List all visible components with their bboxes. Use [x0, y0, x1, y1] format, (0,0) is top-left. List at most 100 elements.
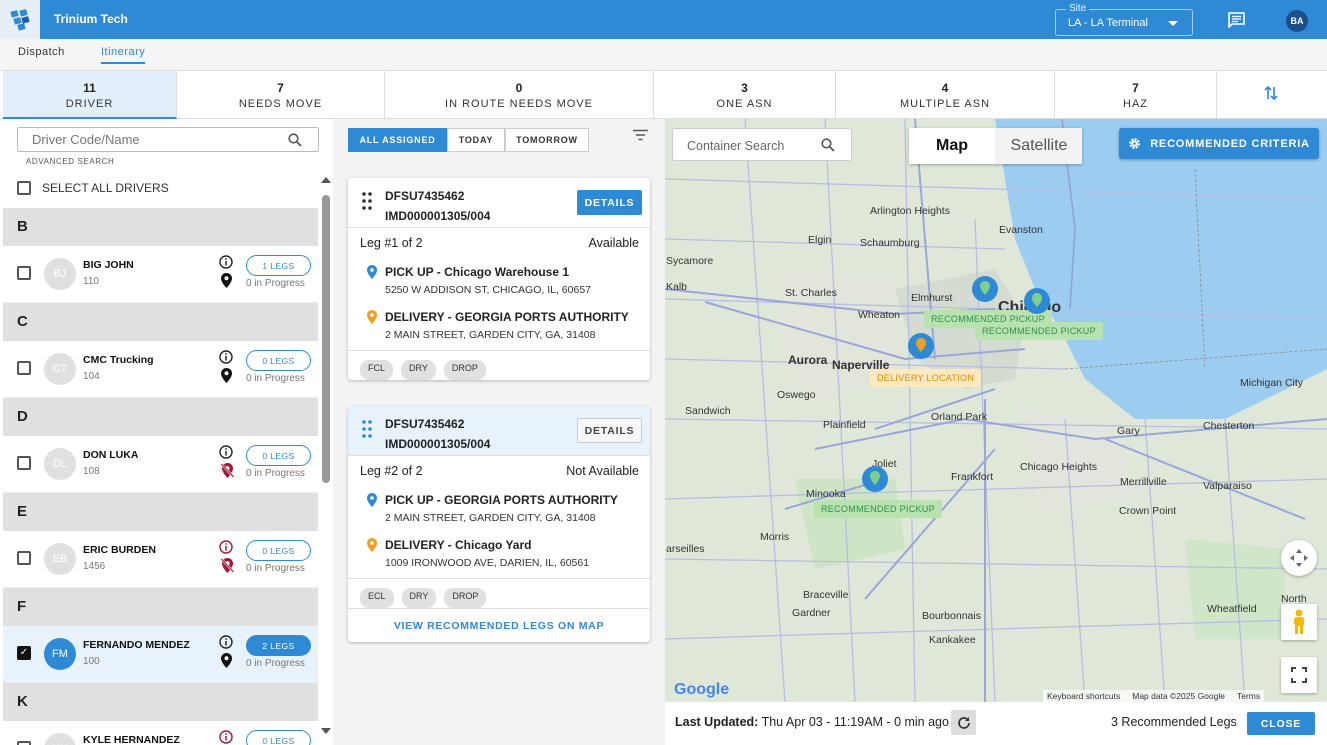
stat-multiple-asn[interactable]: 4 MULTIPLE ASN [836, 71, 1055, 119]
info-icon[interactable] [219, 730, 233, 745]
app-logo-icon[interactable] [0, 0, 40, 39]
satellite-button[interactable]: Satellite [996, 128, 1082, 164]
legs-badge[interactable]: 1 LEGS [246, 255, 311, 276]
location-off-icon[interactable] [220, 463, 235, 481]
info-icon[interactable] [219, 350, 233, 367]
stat-haz[interactable]: 7 HAZ [1055, 71, 1217, 119]
map-place-label: St. Charles [785, 287, 837, 299]
delivery-pin-icon [367, 538, 377, 552]
map-place-label: Kankakee [929, 634, 976, 646]
tab-itinerary[interactable]: Itinerary [101, 46, 146, 64]
sort-icon[interactable] [1264, 85, 1278, 104]
scrollbar-thumb[interactable] [322, 195, 330, 483]
info-icon[interactable] [219, 445, 233, 462]
pegman-icon[interactable] [1281, 604, 1317, 640]
driver-row[interactable]: CT CMC Trucking 104 0 LEGS 0 in Progress [3, 341, 318, 398]
location-pin-icon[interactable] [221, 273, 232, 291]
legs-badge[interactable]: 2 LEGS [246, 635, 311, 656]
stat-needs-move[interactable]: 7 NEEDS MOVE [177, 71, 385, 119]
drag-handle-icon[interactable] [362, 192, 372, 210]
details-button[interactable]: DETAILS [577, 190, 642, 215]
driver-row[interactable]: DL DON LUKA 108 0 LEGS 0 in Progress [3, 436, 318, 493]
tag-chip: ECL [360, 588, 394, 608]
chat-icon[interactable] [1228, 12, 1245, 31]
progress-text: 0 in Progress [246, 373, 305, 384]
site-select[interactable]: Site LA - LA Terminal [1055, 3, 1193, 36]
select-all-checkbox[interactable] [17, 181, 31, 195]
info-icon[interactable] [219, 540, 233, 557]
stat-in-route[interactable]: 0 IN ROUTE NEEDS MOVE [385, 71, 654, 119]
delivery-stop: DELIVERY - Chicago Yard 1009 IRONWOOD AV… [348, 533, 650, 578]
filter-icon[interactable] [633, 129, 648, 144]
top-bar: Trinium Tech Site LA - LA Terminal BA [0, 0, 1327, 39]
driver-checkbox[interactable]: ✓ [17, 646, 31, 660]
driver-search-input[interactable] [32, 132, 282, 147]
details-button[interactable]: DETAILS [577, 418, 642, 443]
legs-badge[interactable]: 0 LEGS [246, 540, 311, 561]
map-place-label: Chicago Heights [1020, 461, 1098, 473]
progress-text: 0 in Progress [246, 658, 305, 669]
map-place-label: Minooka [806, 488, 846, 500]
drag-handle-icon[interactable] [362, 420, 372, 438]
pan-control-icon[interactable] [1281, 540, 1317, 576]
driver-search[interactable] [17, 127, 319, 152]
progress-text: 0 in Progress [246, 278, 305, 289]
map-place-label: Chesterton [1203, 420, 1255, 432]
avatar: CT [44, 353, 76, 385]
map-place-label: Wheaton [858, 309, 901, 321]
legs-badge[interactable]: 0 LEGS [246, 730, 311, 745]
map-place-label: Gary [1117, 425, 1140, 437]
driver-row[interactable]: EB ERIC BURDEN 1456 0 LEGS 0 in Progress [3, 531, 318, 588]
delivery-marker-icon[interactable] [907, 332, 935, 363]
driver-checkbox[interactable] [17, 361, 31, 375]
info-icon[interactable] [219, 635, 233, 652]
search-icon[interactable] [288, 133, 302, 150]
pickup-marker-icon[interactable] [971, 275, 999, 306]
driver-row[interactable]: BJ BIG JOHN 110 1 LEGS 0 in Progress [3, 246, 318, 303]
driver-checkbox[interactable] [17, 551, 31, 565]
stat-one-asn[interactable]: 3 ONE ASN [654, 71, 836, 119]
tag-chip: DRY [401, 360, 436, 380]
location-pin-icon[interactable] [221, 653, 232, 671]
info-icon[interactable] [219, 255, 233, 272]
map-place-label: Elmhurst [911, 292, 953, 304]
driver-row[interactable]: KH KYLE HERNANDEZ 0 LEGS [3, 721, 318, 745]
keyboard-shortcuts-link[interactable]: Keyboard shortcuts [1047, 691, 1120, 701]
scroll-up-icon[interactable] [321, 177, 331, 183]
filter-today[interactable]: TODAY [447, 128, 505, 152]
legs-badge[interactable]: 0 LEGS [246, 445, 311, 466]
leg-card[interactable]: DFSU7435462 IMD000001305/004 DETAILS Leg … [348, 406, 650, 642]
filter-all-assigned[interactable]: ALL ASSIGNED [348, 128, 447, 152]
refresh-icon[interactable] [951, 710, 976, 735]
tab-dispatch[interactable]: Dispatch [18, 46, 65, 58]
filter-tomorrow[interactable]: TOMORROW [505, 128, 589, 152]
driver-row[interactable]: ✓ FM FERNANDO MENDEZ 100 2 LEGS 0 in Pro… [3, 626, 318, 683]
leg-card[interactable]: DFSU7435462 IMD000001305/004 DETAILS Leg … [348, 178, 650, 380]
driver-checkbox[interactable] [17, 456, 31, 470]
progress-text: 0 in Progress [246, 563, 305, 574]
user-avatar[interactable]: BA [1286, 10, 1308, 32]
view-recommended-legs-link[interactable]: VIEW RECOMMENDED LEGS ON MAP [348, 608, 650, 642]
close-button[interactable]: CLOSE [1247, 712, 1315, 735]
pickup-marker-icon[interactable] [861, 465, 889, 496]
stat-driver[interactable]: 11 DRIVER [3, 71, 177, 119]
location-off-icon[interactable] [220, 558, 235, 576]
scroll-down-icon[interactable] [321, 728, 331, 734]
search-icon[interactable] [821, 138, 835, 152]
location-pin-icon[interactable] [221, 368, 232, 386]
recommended-criteria-button[interactable]: RECOMMENDED CRITERIA [1119, 128, 1319, 159]
terms-link[interactable]: Terms [1237, 691, 1260, 701]
map-button[interactable]: Map [909, 128, 996, 164]
advanced-search-link[interactable]: ADVANCED SEARCH [26, 157, 114, 166]
map-view[interactable]: Container Search Map Satellite RECOMMEND… [665, 119, 1327, 702]
pickup-address: 5250 W ADDISON ST, CHICAGO, IL, 60657 [385, 284, 591, 296]
legs-badge[interactable]: 0 LEGS [246, 350, 311, 371]
driver-checkbox[interactable] [17, 741, 31, 745]
driver-checkbox[interactable] [17, 266, 31, 280]
leg-row: Leg #1 of 2 Available [348, 228, 650, 260]
tag-chip: DRY [401, 588, 437, 608]
pickup-marker-icon[interactable] [1023, 287, 1051, 318]
container-search[interactable]: Container Search [672, 128, 852, 161]
select-all-drivers[interactable]: SELECT ALL DRIVERS [17, 181, 169, 195]
fullscreen-icon[interactable] [1281, 657, 1317, 693]
